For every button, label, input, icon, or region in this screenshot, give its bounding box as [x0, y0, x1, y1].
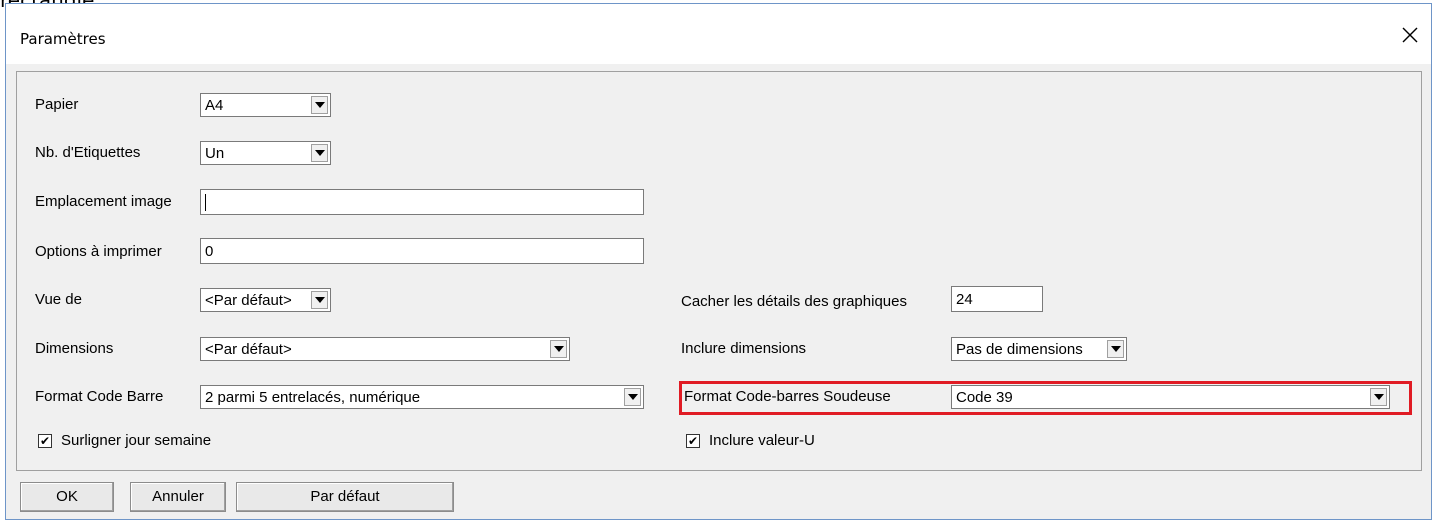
- papier-value: A4: [205, 97, 224, 114]
- dialog-title: Paramètres: [20, 30, 106, 48]
- settings-panel: Papier A4 Nb. d'Etiquettes Un Emplacemen…: [16, 71, 1422, 471]
- close-icon[interactable]: [1397, 22, 1423, 48]
- nb-etiquettes-select[interactable]: Un: [200, 141, 331, 165]
- options-imprimer-value: 0: [205, 243, 214, 260]
- papier-label: Papier: [35, 96, 79, 113]
- cacher-details-label: Cacher les détails des graphiques: [681, 293, 907, 310]
- inclure-dimensions-value: Pas de dimensions: [956, 341, 1083, 358]
- ok-button[interactable]: OK: [20, 482, 114, 512]
- format-code-barre-label: Format Code Barre: [35, 388, 164, 405]
- vue-de-value: <Par défaut>: [205, 292, 292, 309]
- emplacement-image-label: Emplacement image: [35, 193, 172, 210]
- options-imprimer-input[interactable]: 0: [200, 238, 644, 264]
- surligner-label: Surligner jour semaine: [61, 432, 212, 449]
- vue-de-select[interactable]: <Par défaut>: [200, 288, 331, 312]
- chevron-down-icon[interactable]: [550, 340, 567, 358]
- inclure-dimensions-select[interactable]: Pas de dimensions: [951, 337, 1127, 361]
- surligner-checkbox[interactable]: ✔: [38, 434, 52, 448]
- cacher-details-input[interactable]: 24: [951, 286, 1043, 312]
- chevron-down-icon[interactable]: [624, 388, 641, 406]
- dimensions-select[interactable]: <Par défaut>: [200, 337, 570, 361]
- chevron-down-icon[interactable]: [311, 291, 328, 309]
- inclure-valeur-u-label: Inclure valeur-U: [709, 432, 815, 449]
- emplacement-image-input[interactable]: [200, 189, 644, 215]
- par-defaut-button[interactable]: Par défaut: [236, 482, 454, 512]
- vue-de-label: Vue de: [35, 291, 82, 308]
- format-code-barre-select[interactable]: 2 parmi 5 entrelacés, numérique: [200, 385, 644, 409]
- title-bar: Paramètres: [6, 4, 1431, 64]
- annuler-button[interactable]: Annuler: [130, 482, 226, 512]
- options-imprimer-label: Options à imprimer: [35, 243, 162, 260]
- chevron-down-icon[interactable]: [1107, 340, 1124, 358]
- cacher-details-value: 24: [956, 291, 973, 308]
- chevron-down-icon[interactable]: [311, 144, 328, 162]
- papier-select[interactable]: A4: [200, 93, 331, 117]
- highlight-rectangle: [679, 381, 1412, 415]
- chevron-down-icon[interactable]: [311, 96, 328, 114]
- inclure-dimensions-label: Inclure dimensions: [681, 340, 807, 357]
- dimensions-label: Dimensions: [35, 340, 114, 357]
- inclure-valeur-u-checkbox[interactable]: ✔: [686, 434, 700, 448]
- format-code-barre-value: 2 parmi 5 entrelacés, numérique: [205, 389, 421, 406]
- nb-etiquettes-value: Un: [205, 145, 225, 162]
- text-caret: [205, 194, 206, 211]
- nb-etiquettes-label: Nb. d'Etiquettes: [35, 144, 141, 161]
- dimensions-value: <Par défaut>: [205, 341, 292, 358]
- settings-dialog: Paramètres Papier A4 Nb. d'Etiquettes Un…: [5, 3, 1432, 520]
